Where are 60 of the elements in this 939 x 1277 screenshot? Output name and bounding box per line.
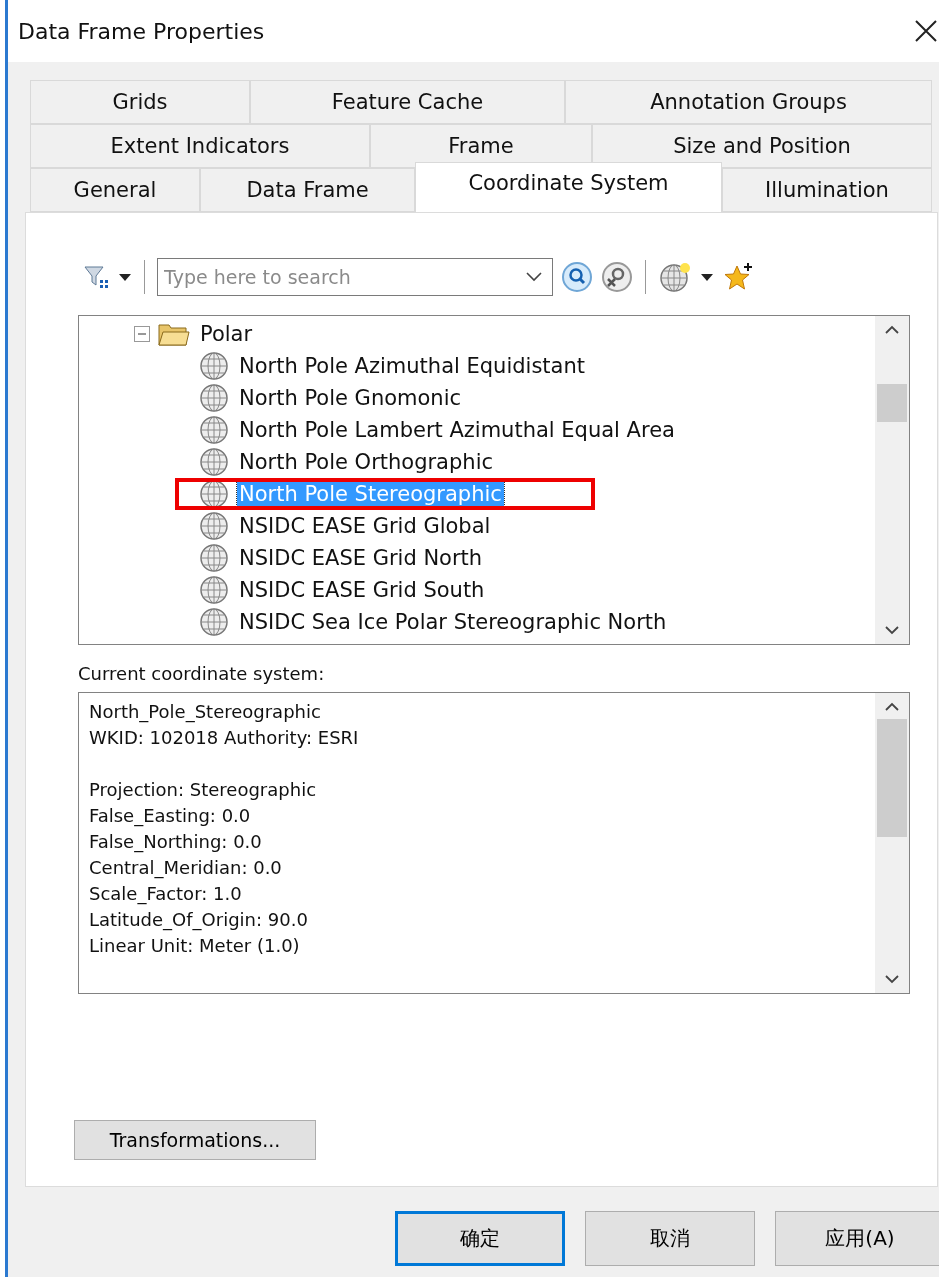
search-field[interactable]: Type here to search (157, 258, 553, 296)
globe-icon (199, 543, 229, 573)
info-line: False_Northing: 0.0 (89, 830, 263, 855)
tab[interactable]: Coordinate System (415, 162, 722, 212)
tree-item[interactable]: Polar (198, 322, 255, 346)
tab[interactable]: Data Frame (200, 168, 415, 212)
tree-item[interactable]: North Pole Azimuthal Equidistant (237, 354, 587, 378)
globe-icon (199, 575, 229, 605)
tree-item[interactable]: NSIDC EASE Grid South (237, 578, 487, 602)
globe-icon (199, 511, 229, 541)
tab[interactable]: Size and Position (592, 124, 932, 168)
info-line: Projection: Stereographic (89, 778, 318, 802)
info-line: WKID: 102018 Authority: ESRI (89, 726, 360, 750)
scrollbar[interactable] (875, 693, 909, 993)
tree-item[interactable]: NSIDC EASE Grid Global (237, 514, 493, 538)
globe-icon (199, 607, 229, 637)
info-line: Scale_Factor: 1.0 (89, 882, 243, 907)
scroll-down-icon[interactable] (884, 973, 900, 985)
dialog-button[interactable]: 取消 (585, 1211, 755, 1266)
tab[interactable]: Extent Indicators (30, 124, 370, 168)
filter-icon[interactable] (82, 263, 110, 291)
info-line: False_Easting: 0.0 (89, 804, 252, 829)
info-line: Latitude_Of_Origin: 90.0 (89, 908, 309, 933)
tree-item[interactable]: North Pole Gnomonic (237, 386, 464, 410)
dialog-button[interactable]: 应用(A) (775, 1211, 939, 1266)
folder-icon (158, 321, 190, 347)
tab[interactable]: Feature Cache (250, 80, 565, 124)
tree-item[interactable]: North Pole Lambert Azimuthal Equal Area (237, 418, 677, 442)
info-line: North_Pole_Stereographic (89, 700, 322, 725)
scroll-up-icon[interactable] (884, 324, 900, 336)
tab[interactable]: Illumination (722, 168, 932, 212)
tab[interactable]: General (30, 168, 200, 212)
close-icon[interactable] (914, 19, 938, 43)
globe-icon (199, 479, 229, 509)
globe-icon[interactable] (658, 261, 692, 293)
dropdown-caret-icon[interactable] (525, 271, 543, 283)
globe-icon (199, 415, 229, 445)
tree-item[interactable]: NSIDC Sea Ice Polar Stereographic North (237, 610, 669, 634)
search-icon[interactable] (561, 261, 593, 293)
collapse-icon[interactable] (134, 326, 150, 342)
section-label: Current coordinate system: (78, 663, 326, 684)
caret-icon[interactable] (700, 272, 714, 282)
scroll-down-icon[interactable] (884, 624, 900, 636)
info-line: Central_Meridian: 0.0 (89, 856, 283, 881)
scroll-thumb[interactable] (877, 719, 907, 837)
scrollbar[interactable] (875, 316, 909, 644)
tab[interactable]: Grids (30, 80, 250, 124)
tree-item[interactable]: NSIDC EASE Grid North (237, 546, 485, 570)
transformations-button[interactable]: Transformations... (74, 1120, 316, 1160)
scroll-up-icon[interactable] (884, 701, 900, 713)
tab[interactable]: Annotation Groups (565, 80, 932, 124)
ok-button[interactable]: 确定 (395, 1211, 565, 1266)
globe-icon (199, 447, 229, 477)
window-title: Data Frame Properties (18, 18, 265, 44)
globe-icon (199, 351, 229, 381)
globe-icon (199, 383, 229, 413)
caret-icon[interactable] (118, 272, 132, 282)
info-line: Linear Unit: Meter (1.0) (89, 934, 301, 958)
tree-item[interactable]: North Pole Orthographic (237, 450, 495, 474)
scroll-thumb[interactable] (877, 384, 907, 422)
